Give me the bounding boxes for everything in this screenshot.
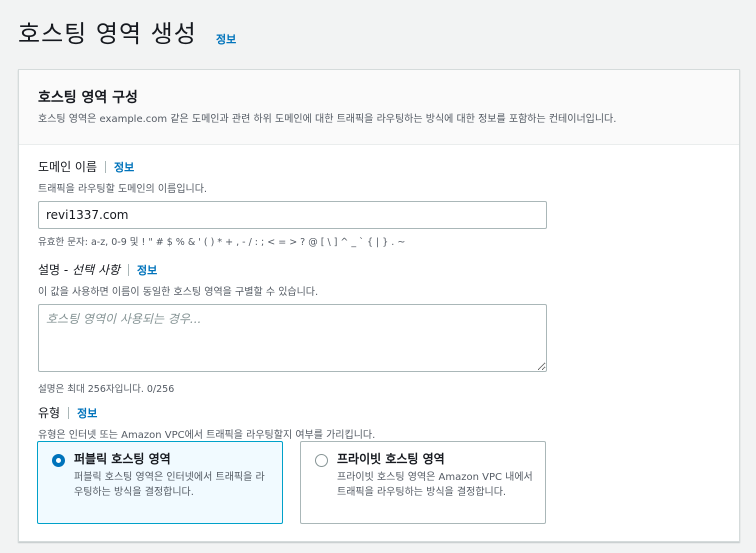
panel-header: 호스팅 영역 구성 호스팅 영역은 example.com 같은 도메인과 관련… bbox=[19, 70, 739, 145]
description-label: 설명 - 선택 사항 bbox=[38, 261, 120, 278]
domain-info-link[interactable]: 정보 bbox=[114, 159, 134, 175]
divider bbox=[128, 263, 130, 276]
description-field: 설명 - 선택 사항 정보 이 값을 사용하면 이름이 동일한 호스팅 영역을 … bbox=[38, 261, 547, 395]
public-tile-title: 퍼블릭 호스팅 영역 bbox=[74, 452, 171, 466]
private-tile-title: 프라이빗 호스팅 영역 bbox=[337, 452, 445, 466]
public-tile-description: 퍼블릭 호스팅 영역은 인터넷에서 트래픽을 라우팅하는 방식을 결정합니다. bbox=[74, 472, 265, 498]
panel-description: 호스팅 영역은 example.com 같은 도메인과 관련 하위 도메인에 대… bbox=[38, 114, 617, 125]
optional-label: 선택 사항 bbox=[72, 263, 121, 277]
panel-title: 호스팅 영역 구성 bbox=[38, 90, 138, 106]
divider bbox=[105, 160, 107, 173]
public-hosted-zone-tile[interactable]: 퍼블릭 호스팅 영역 퍼블릭 호스팅 영역은 인터넷에서 트래픽을 라우팅하는 … bbox=[37, 441, 283, 524]
page-title: 호스팅 영역 생성 bbox=[18, 20, 197, 48]
type-label: 유형 bbox=[38, 406, 61, 420]
private-hosted-zone-tile[interactable]: 프라이빗 호스팅 영역 프라이빗 호스팅 영역은 Amazon VPC 내에서 … bbox=[300, 441, 546, 524]
type-info-link[interactable]: 정보 bbox=[77, 405, 97, 421]
divider bbox=[68, 406, 70, 419]
public-radio-button[interactable] bbox=[52, 454, 65, 467]
description-info-link[interactable]: 정보 bbox=[137, 262, 157, 278]
domain-name-field: 도메인 이름 정보 트래픽을 라우팅할 도메인의 이름입니다. 유효한 문자: … bbox=[38, 158, 547, 248]
domain-name-hint: 트래픽을 라우팅할 도메인의 이름입니다. bbox=[38, 184, 208, 195]
description-label-text: 설명 - bbox=[38, 263, 73, 277]
description-textarea[interactable] bbox=[38, 304, 547, 372]
type-field: 유형 정보 유형은 인터넷 또는 Amazon VPC에서 트래픽을 라우팅할지… bbox=[38, 404, 375, 441]
description-constraint: 설명은 최대 256자입니다. 0/256 bbox=[38, 384, 175, 395]
type-hint: 유형은 인터넷 또는 Amazon VPC에서 트래픽을 라우팅할지 여부를 가… bbox=[38, 430, 376, 441]
private-tile-description: 프라이빗 호스팅 영역은 Amazon VPC 내에서 트래픽을 라우팅하는 방… bbox=[337, 472, 533, 498]
type-label-row: 유형 정보 bbox=[38, 404, 375, 421]
domain-name-input[interactable] bbox=[38, 201, 547, 229]
domain-name-constraint: 유효한 문자: a-z, 0-9 및 ! " # $ % & ' ( ) * +… bbox=[38, 237, 406, 248]
hosted-zone-config-panel: 호스팅 영역 구성 호스팅 영역은 example.com 같은 도메인과 관련… bbox=[18, 69, 740, 542]
domain-name-label: 도메인 이름 bbox=[38, 160, 98, 174]
description-label-row: 설명 - 선택 사항 정보 bbox=[38, 261, 547, 278]
domain-name-label-row: 도메인 이름 정보 bbox=[38, 158, 547, 175]
description-hint: 이 값을 사용하면 이름이 동일한 호스팅 영역을 구별할 수 있습니다. bbox=[38, 287, 319, 298]
private-radio-button[interactable] bbox=[315, 454, 328, 467]
page-info-link[interactable]: 정보 bbox=[216, 31, 236, 47]
